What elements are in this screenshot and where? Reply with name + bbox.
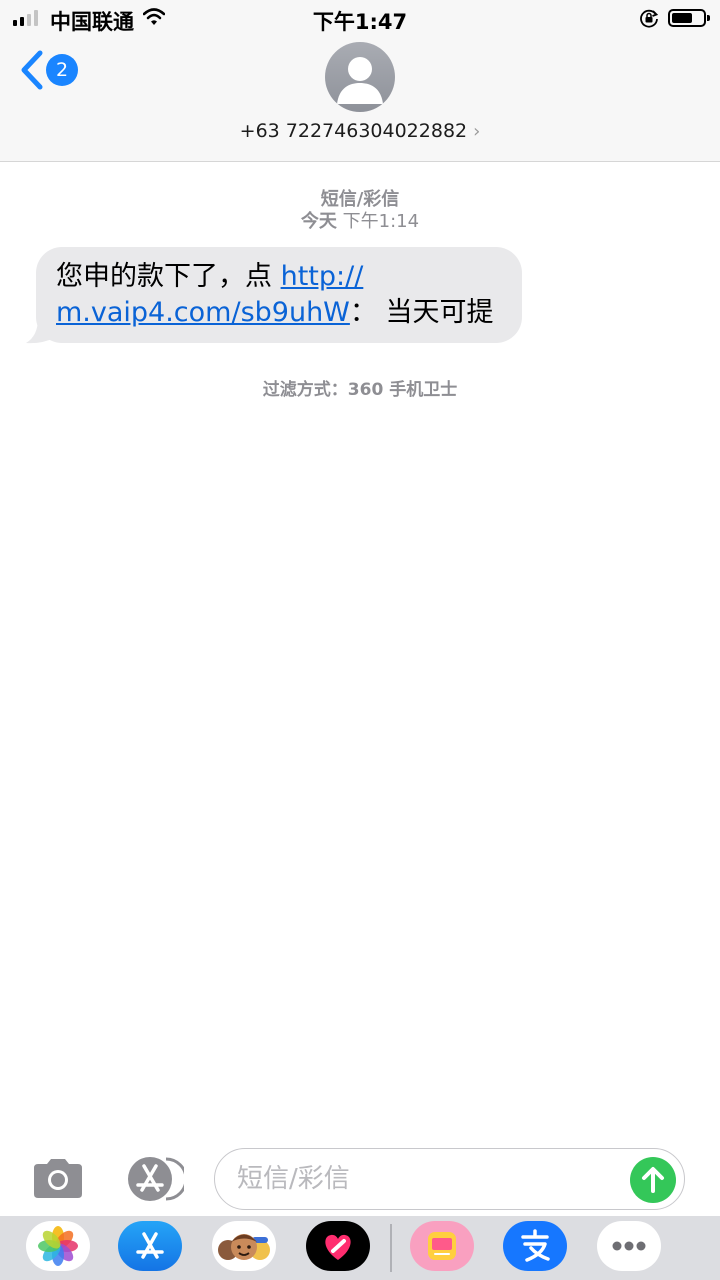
app-store-a-icon: [136, 1232, 164, 1259]
incoming-message-bubble[interactable]: 您申的款下了，点 http:// m.vaip4.com/sb9uhW： 当天可提: [36, 247, 522, 343]
app-store-icon: [128, 1157, 188, 1201]
message-text-input[interactable]: [235, 1159, 625, 1199]
unread-count-badge: 2: [46, 54, 78, 86]
orientation-lock-icon: [640, 9, 659, 28]
contact-number: +63 722746304022882: [239, 120, 468, 142]
photos-flower-icon: [38, 1226, 78, 1266]
memoji-icon[interactable]: [212, 1221, 276, 1271]
alipay-logo-icon: [521, 1229, 550, 1262]
message-text-part1: 您申的款下了，点: [56, 261, 281, 292]
timestamp-day: 今天: [300, 211, 337, 232]
ellipsis-icon: [612, 1241, 646, 1251]
arrow-up-icon: [642, 1167, 664, 1193]
status-bar: 中国联通 下午1:47: [0, 0, 720, 36]
timestamp-time: 下午1:14: [342, 211, 420, 232]
app-store-drawer-icon[interactable]: [118, 1221, 182, 1271]
drawer-divider: [390, 1224, 392, 1272]
status-time: 下午1:47: [312, 10, 408, 34]
heart-icon: [325, 1234, 351, 1260]
person-icon: [337, 57, 383, 104]
message-input-field[interactable]: [214, 1148, 685, 1210]
grapefruit-icon: [428, 1232, 456, 1260]
more-apps-icon[interactable]: [597, 1221, 661, 1271]
meitu-app-icon[interactable]: [410, 1221, 474, 1271]
alipay-icon[interactable]: [503, 1221, 567, 1271]
contact-name-button[interactable]: +63 722746304022882 ›: [0, 120, 720, 142]
contact-avatar[interactable]: [325, 42, 395, 112]
memoji-faces-icon: [218, 1234, 270, 1260]
chevron-left-icon: [21, 50, 43, 90]
camera-button[interactable]: [30, 1156, 86, 1202]
send-button[interactable]: [630, 1157, 676, 1203]
photos-app-icon[interactable]: [26, 1221, 90, 1271]
filter-note: 过滤方式：360 手机卫士: [262, 380, 458, 400]
app-store-button[interactable]: [122, 1156, 188, 1202]
digital-touch-icon[interactable]: [306, 1221, 370, 1271]
camera-icon: [34, 1159, 82, 1198]
message-timestamp: 今天 下午1:14: [0, 207, 720, 233]
message-link-line1: http://: [280, 261, 364, 292]
chevron-right-icon: ›: [473, 121, 481, 142]
message-link-line2: m.vaip4.com/sb9uhW: [56, 297, 350, 328]
message-text-part2: ： 当天可提: [349, 297, 494, 328]
app-drawer: [0, 1216, 720, 1280]
back-button[interactable]: 2: [18, 50, 88, 94]
battery-icon: [668, 9, 710, 27]
